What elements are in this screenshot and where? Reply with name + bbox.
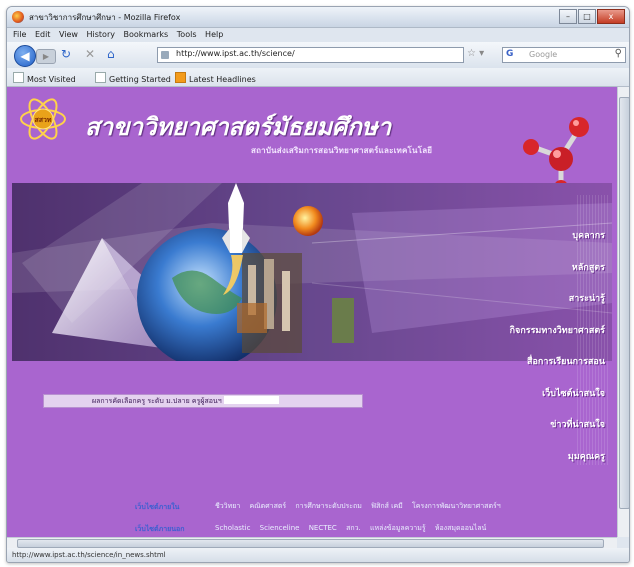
menu-help[interactable]: Help (205, 28, 223, 42)
status-bar: http://www.ipst.ac.th/science/in_news.sh… (7, 548, 629, 562)
menu-item-knowledge[interactable]: สาระน่ารู้ (447, 284, 609, 316)
bookmark-most-visited[interactable]: Most Visited (13, 72, 76, 84)
search-box[interactable]: G Google ⚲ (502, 47, 626, 63)
home-icon[interactable]: ⌂ (107, 47, 115, 61)
main-menu: บุคลากร หลักสูตร สาระน่ารู้ กิจกรรมทางวิ… (447, 221, 609, 473)
footer-link[interactable]: ห้องสมุดออนไลน์ (435, 524, 486, 532)
menu-bookmarks[interactable]: Bookmarks (124, 28, 169, 42)
search-icon[interactable]: ⚲ (615, 48, 622, 59)
footer-link[interactable]: คณิตศาสตร์ (250, 502, 287, 510)
menu-file[interactable]: File (13, 28, 26, 42)
footer-link[interactable]: NECTEC (309, 524, 337, 532)
vertical-scrollbar[interactable] (617, 87, 629, 537)
department-title: สาขาวิทยาศาสตร์มัธยมศึกษา (85, 112, 392, 141)
horizontal-scroll-thumb[interactable] (17, 539, 604, 548)
navigation-toolbar: ◀ ▶ ↻ ✕ ⌂ http://www.ipst.ac.th/science/… (7, 42, 629, 68)
status-text: http://www.ipst.ac.th/science/in_news.sh… (12, 551, 166, 559)
address-url[interactable]: http://www.ipst.ac.th/science/ (176, 49, 295, 58)
menu-item-teachers-corner[interactable]: มุมคุณครู (447, 442, 609, 474)
menu-history[interactable]: History (87, 28, 115, 42)
news-ticker[interactable]: ผลการคัดเลือกครู ระดับ ม.ปลาย ครูผู้สอนฯ (43, 394, 363, 408)
bookmark-label: Getting Started (109, 75, 171, 84)
menu-edit[interactable]: Edit (35, 28, 51, 42)
maximize-button[interactable]: □ (578, 9, 596, 24)
menu-item-websites[interactable]: เว็บไซต์น่าสนใจ (447, 379, 609, 411)
minimize-button[interactable]: – (559, 9, 577, 24)
footer-label-external: เว็บไซต์ภายนอก (135, 525, 185, 533)
footer-row-internal: เว็บไซต์ภายใน ชีววิทยา คณิตศาสตร์ การศึก… (135, 500, 575, 522)
title-bar: สาขาวิชาการศึกษาศึกษา - Mozilla Firefox … (7, 7, 629, 28)
footer-link[interactable]: Scholastic (215, 524, 250, 532)
footer-row-external: เว็บไซต์ภายนอก Scholastic Scienceline NE… (135, 522, 575, 537)
footer-link[interactable]: ฟิสิกส์ เคมี (371, 502, 403, 510)
menu-view[interactable]: View (59, 28, 78, 42)
menu-tools[interactable]: Tools (177, 28, 197, 42)
ticker-text[interactable]: ผลการคัดเลือกครู ระดับ ม.ปลาย ครูผู้สอนฯ (92, 397, 222, 405)
window-controls: – □ x (558, 9, 625, 24)
vertical-scroll-thumb[interactable] (619, 97, 629, 509)
search-engine-icon[interactable]: G (506, 49, 513, 59)
footer-links-internal: ชีววิทยา คณิตศาสตร์ การศึกษาระดับประถม ฟ… (215, 502, 575, 511)
ticker-highlight (223, 396, 279, 404)
back-button[interactable]: ◀ (14, 45, 36, 67)
search-placeholder[interactable]: Google (529, 50, 557, 59)
bookmark-icon (13, 72, 24, 83)
close-button[interactable]: x (597, 9, 625, 24)
menu-bar: File Edit View History Bookmarks Tools H… (7, 28, 629, 42)
window-title: สาขาวิชาการศึกษาศึกษา - Mozilla Firefox (29, 13, 181, 22)
horizontal-scrollbar[interactable] (7, 537, 617, 548)
bookmarks-toolbar: Most Visited Getting Started Latest Head… (7, 68, 629, 87)
bookmark-label: Most Visited (27, 75, 76, 84)
footer-link[interactable]: การศึกษาระดับประถม (295, 502, 361, 510)
footer-label-internal: เว็บไซต์ภายใน (135, 503, 180, 511)
footer-link[interactable]: สกว. (346, 524, 361, 532)
bookmark-latest-headlines[interactable]: Latest Headlines (175, 72, 256, 84)
bookmark-star-icon[interactable]: ☆ ▾ (467, 48, 484, 59)
footer-link[interactable]: ชีววิทยา (215, 502, 240, 510)
bookmark-label: Latest Headlines (189, 75, 256, 84)
logo-text: สสวท (34, 116, 51, 124)
rss-icon (175, 72, 186, 83)
address-bar[interactable]: http://www.ipst.ac.th/science/ (157, 47, 464, 63)
reload-icon[interactable]: ↻ (61, 47, 71, 61)
menu-item-curriculum[interactable]: หลักสูตร (447, 253, 609, 285)
footer-links: เว็บไซต์ภายใน ชีววิทยา คณิตศาสตร์ การศึก… (135, 500, 575, 537)
menu-item-news[interactable]: ข่าวที่น่าสนใจ (447, 410, 609, 442)
browser-window: สาขาวิชาการศึกษาศึกษา - Mozilla Firefox … (6, 6, 630, 563)
page-favicon-icon (161, 51, 169, 59)
page-icon (95, 72, 106, 83)
forward-button[interactable]: ▶ (36, 49, 56, 64)
menu-item-science-activities[interactable]: กิจกรรมทางวิทยาศาสตร์ (447, 316, 609, 348)
institute-name: สถาบันส่งเสริมการสอนวิทยาศาสตร์และเทคโนโ… (251, 146, 433, 155)
footer-links-external: Scholastic Scienceline NECTEC สกว. แหล่ง… (215, 524, 575, 533)
footer-link[interactable]: โครงการพัฒนาวิทยาศาสตร์ฯ (412, 502, 501, 510)
ipst-logo: สสวท (20, 98, 66, 140)
stop-icon[interactable]: ✕ (85, 47, 95, 61)
page-content: สสวท สาขาวิทยาศาสตร์มัธยมศึกษา สถาบันส่ง… (7, 87, 617, 537)
menu-item-teaching-media[interactable]: สื่อการเรียนการสอน (447, 347, 609, 379)
footer-link[interactable]: Scienceline (260, 524, 300, 532)
menu-item-personnel[interactable]: บุคลากร (447, 221, 609, 253)
firefox-icon (12, 11, 24, 23)
footer-link[interactable]: แหล่งข้อมูลความรู้ (370, 524, 426, 532)
bookmark-getting-started[interactable]: Getting Started (95, 72, 171, 84)
